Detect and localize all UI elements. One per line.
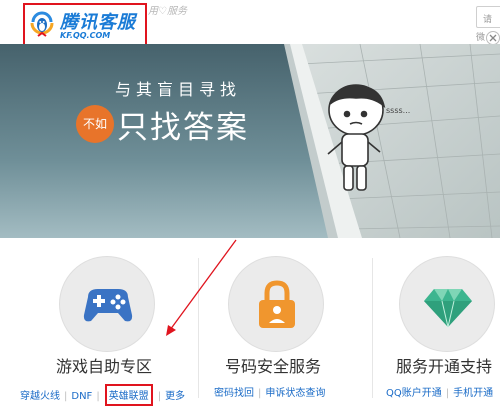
wechat-login-label[interactable]: 微 (476, 30, 485, 43)
login-input[interactable]: 请 (476, 6, 500, 28)
link-league-of-legends[interactable]: 英雄联盟 (109, 391, 149, 402)
link-separator: | (258, 388, 262, 399)
link-more-games[interactable]: 更多 (165, 391, 185, 402)
link-separator: | (64, 391, 68, 402)
service-section: 游戏自助专区 穿越火线 | DNF | 英雄联盟 | 更多 号码安全服务 密码找回 | 申诉状态… (0, 238, 500, 406)
link-separator: | (445, 388, 450, 399)
logo-url: KF.QQ.COM (60, 31, 111, 40)
activation-service-links: QQ账户开通 | 手机开通 (386, 384, 493, 399)
security-service-title[interactable]: 号码安全服务 (225, 353, 321, 377)
banner-badge: 不如 (76, 105, 114, 143)
link-separator: | (96, 391, 100, 402)
site-slogan: 用♡服务 (148, 6, 187, 17)
activation-service-button[interactable] (399, 256, 495, 352)
game-service-links: 穿越火线 | DNF | 英雄联盟 | 更多 (20, 384, 185, 406)
link-password-recovery[interactable]: 密码找回 (214, 388, 254, 399)
annotation-highlight-box: 英雄联盟 (104, 384, 153, 406)
link-mobile-activation[interactable]: 手机开通 (453, 388, 493, 399)
game-service-button[interactable] (59, 256, 155, 352)
banner-headline-small: 与其盲目寻找 (115, 80, 242, 99)
close-icon[interactable] (486, 30, 500, 45)
column-divider (198, 258, 199, 398)
column-divider (372, 258, 373, 398)
banner-background-illustration (0, 44, 500, 238)
security-service-links: 密码找回 | 申诉状态查询 (214, 384, 325, 399)
link-qq-account-activation[interactable]: QQ账户开通 (386, 388, 442, 399)
activation-service-title[interactable]: 服务开通支持 (396, 353, 492, 377)
link-separator: | (157, 391, 162, 402)
logo-link[interactable]: 腾讯客服 KF.QQ.COM (23, 3, 147, 46)
qq-penguin-icon (30, 10, 54, 40)
banner-headline-large: 只找答案 (117, 110, 249, 146)
link-cross-fire[interactable]: 穿越火线 (20, 391, 60, 402)
link-dnf[interactable]: DNF (71, 391, 92, 402)
game-service-title[interactable]: 游戏自助专区 (56, 353, 152, 377)
character-speech: ssss... (386, 106, 411, 115)
security-service-button[interactable] (228, 256, 324, 352)
site-header: 腾讯客服 KF.QQ.COM 用♡服务 请 微 (0, 0, 500, 46)
hero-banner[interactable]: 与其盲目寻找 不如 只找答案 ssss... (0, 44, 500, 238)
link-appeal-status[interactable]: 申诉状态查询 (265, 388, 325, 399)
